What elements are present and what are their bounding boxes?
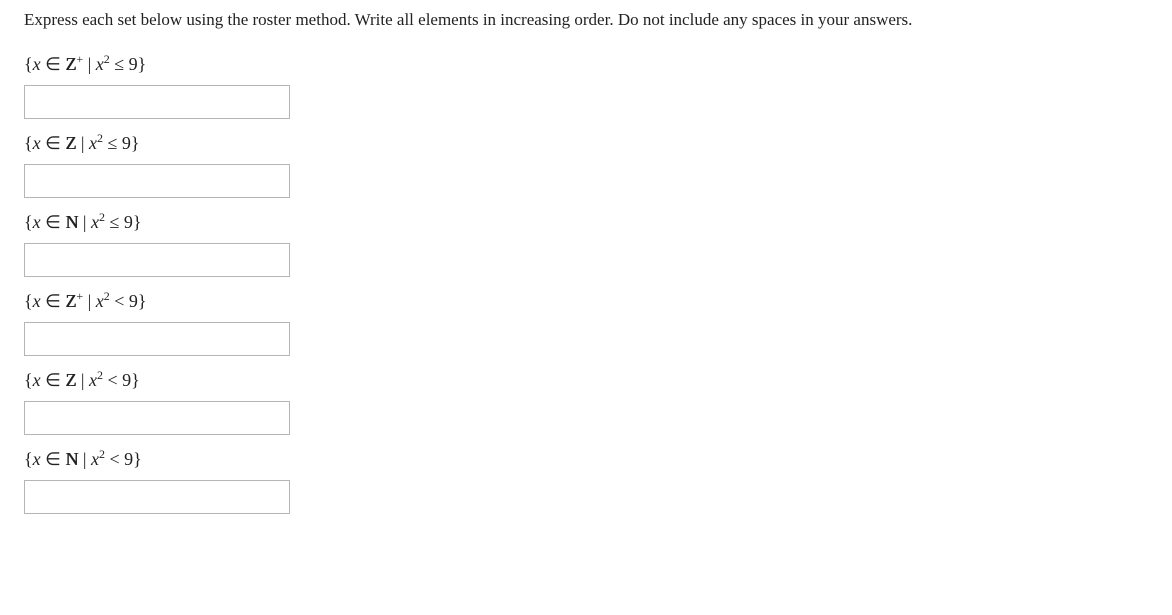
instruction-text: Express each set below using the roster … xyxy=(24,8,1148,32)
question-block: {x ∈ Z+ | x2 ≤ 9} xyxy=(24,52,1148,119)
answer-input[interactable] xyxy=(24,322,290,356)
answer-input[interactable] xyxy=(24,164,290,198)
question-block: {x ∈ Z+ | x2 < 9} xyxy=(24,289,1148,356)
answer-input[interactable] xyxy=(24,243,290,277)
set-expression: {x ∈ N | x2 < 9} xyxy=(24,447,1148,470)
set-expression: {x ∈ Z | x2 ≤ 9} xyxy=(24,131,1148,154)
answer-input[interactable] xyxy=(24,480,290,514)
questions-container: {x ∈ Z+ | x2 ≤ 9} {x ∈ Z | x2 ≤ 9} {x ∈ N … xyxy=(24,52,1148,514)
question-block: {x ∈ Z | x2 < 9} xyxy=(24,368,1148,435)
question-block: {x ∈ N | x2 < 9} xyxy=(24,447,1148,514)
set-expression: {x ∈ N | x2 ≤ 9} xyxy=(24,210,1148,233)
set-expression: {x ∈ Z | x2 < 9} xyxy=(24,368,1148,391)
set-expression: {x ∈ Z+ | x2 < 9} xyxy=(24,289,1148,312)
set-expression: {x ∈ Z+ | x2 ≤ 9} xyxy=(24,52,1148,75)
question-block: {x ∈ N | x2 ≤ 9} xyxy=(24,210,1148,277)
answer-input[interactable] xyxy=(24,401,290,435)
answer-input[interactable] xyxy=(24,85,290,119)
question-block: {x ∈ Z | x2 ≤ 9} xyxy=(24,131,1148,198)
